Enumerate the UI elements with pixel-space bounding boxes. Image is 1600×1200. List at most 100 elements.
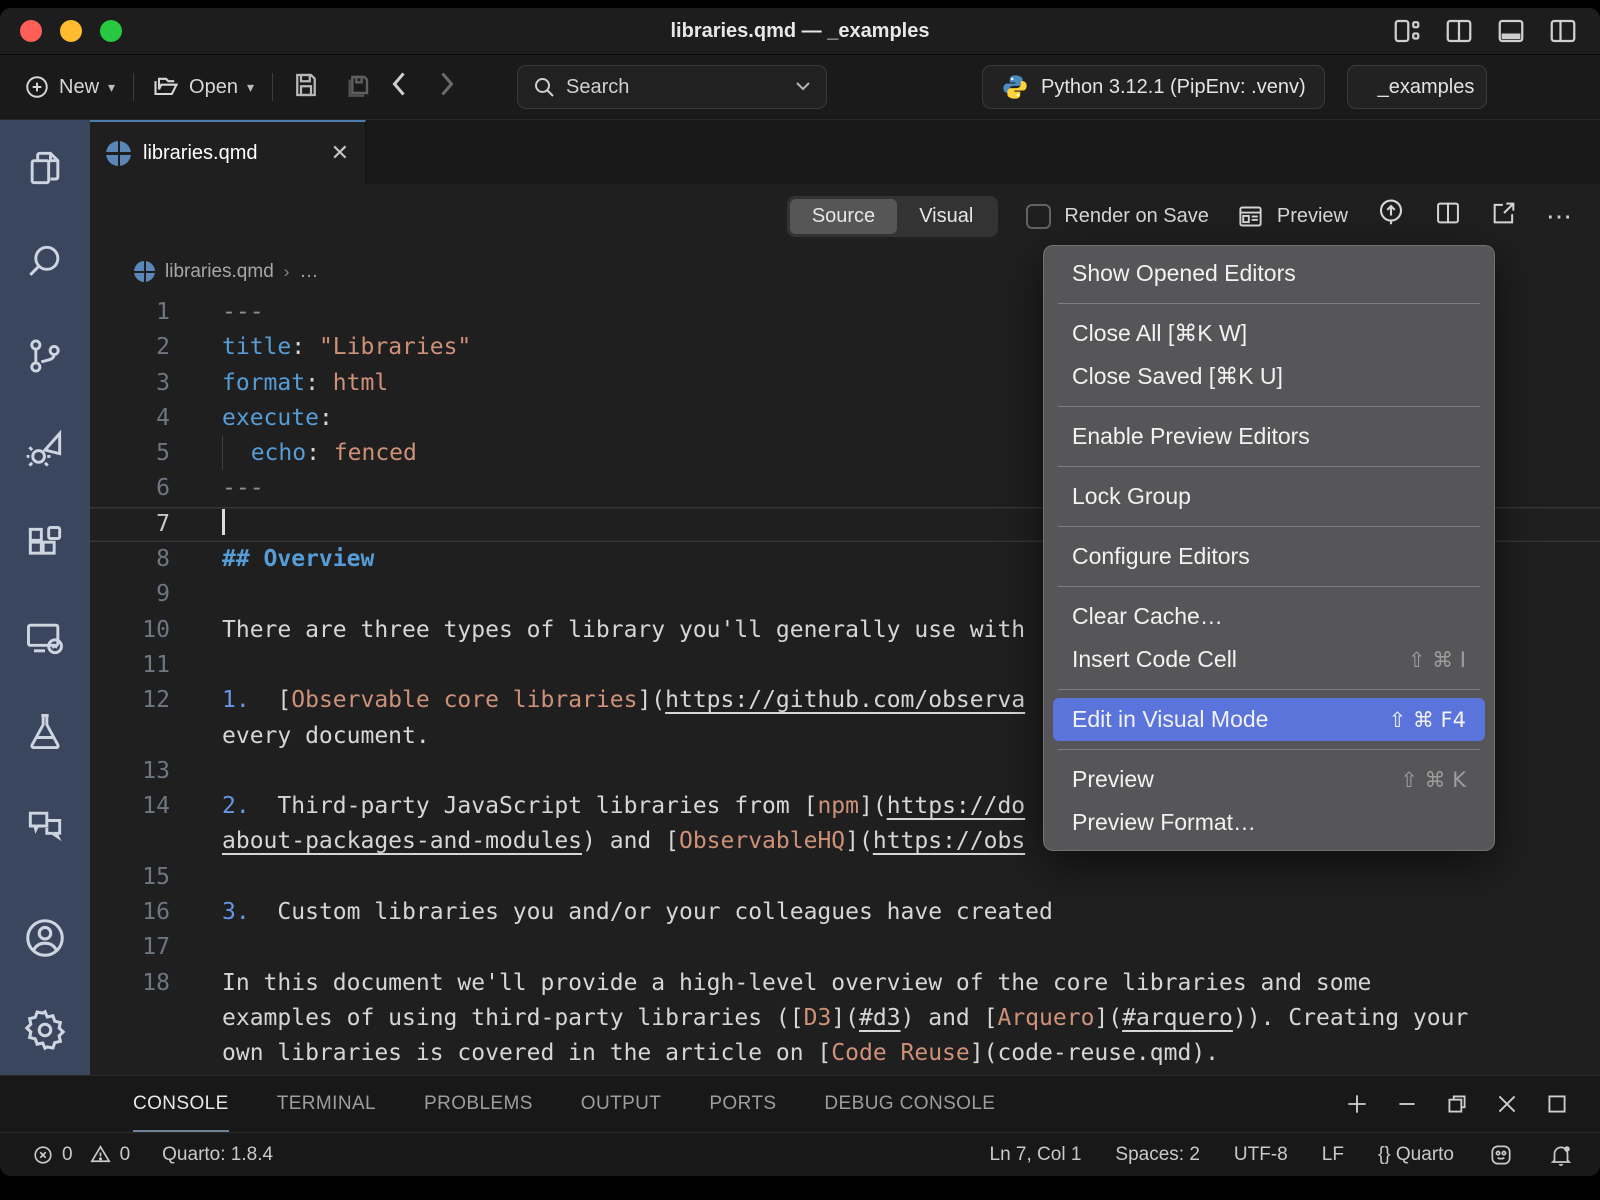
open-in-new-window-icon[interactable]: [1490, 199, 1518, 233]
eol-status[interactable]: LF: [1322, 1144, 1344, 1166]
code-line-wrap[interactable]: examples of using third-party libraries …: [90, 1001, 1600, 1036]
save-button[interactable]: [291, 70, 321, 105]
indentation-status[interactable]: Spaces: 2: [1115, 1144, 1200, 1166]
menu-item-enable-preview-editors[interactable]: Enable Preview Editors: [1053, 415, 1485, 458]
code-segment: ) and [: [901, 1005, 998, 1031]
python-logo-icon: [1001, 73, 1029, 101]
code-segment: ---: [222, 299, 264, 325]
quarto-version-status[interactable]: Quarto: 1.8.4: [162, 1144, 273, 1166]
tab-libraries-qmd[interactable]: libraries.qmd ✕: [90, 120, 366, 184]
source-control-icon[interactable]: [22, 333, 68, 379]
code-text: [170, 507, 225, 542]
menu-item-preview-format[interactable]: Preview Format…: [1053, 801, 1485, 844]
problems-status[interactable]: 0 0: [32, 1143, 130, 1166]
code-segment: #arquero: [1122, 1005, 1233, 1031]
panel-tab-debug-console[interactable]: DEBUG CONSOLE: [824, 1076, 995, 1132]
preview-label: Preview: [1277, 205, 1348, 228]
panel-plus-icon[interactable]: [1344, 1091, 1370, 1117]
menu-item-show-opened-editors[interactable]: Show Opened Editors: [1053, 252, 1485, 295]
panel-tab-terminal[interactable]: TERMINAL: [277, 1076, 376, 1132]
code-segment: ObservableHQ: [679, 828, 845, 854]
navigate-forward-button[interactable]: [423, 69, 471, 106]
menu-item-edit-in-visual-mode[interactable]: Edit in Visual Mode⇧ ⌘ F4: [1053, 698, 1485, 741]
open-button[interactable]: Open ▾: [152, 73, 254, 101]
split-editor-icon[interactable]: [1434, 199, 1462, 233]
toggle-panel-icon[interactable]: [1496, 16, 1526, 46]
panel-tab-ports[interactable]: PORTS: [709, 1076, 776, 1132]
code-line-18[interactable]: 18In this document we'll provide a high-…: [90, 966, 1600, 1001]
search-icon: [532, 75, 556, 99]
code-segment: :: [305, 370, 333, 396]
run-debug-icon[interactable]: [22, 427, 68, 473]
line-number: 13: [90, 754, 170, 789]
panel-restore-icon[interactable]: [1444, 1091, 1470, 1117]
panel-tab-problems[interactable]: PROBLEMS: [424, 1076, 533, 1132]
testing-icon[interactable]: [22, 709, 68, 755]
account-icon[interactable]: [22, 915, 68, 961]
code-line-16[interactable]: 163. Custom libraries you and/or your co…: [90, 895, 1600, 930]
menu-item-configure-editors[interactable]: Configure Editors: [1053, 535, 1485, 578]
explorer-icon[interactable]: [22, 145, 68, 191]
notifications-bell-icon[interactable]: [1548, 1142, 1574, 1168]
menu-item-clear-cache[interactable]: Clear Cache…: [1053, 595, 1485, 638]
customize-layout-icon[interactable]: [1392, 16, 1422, 46]
source-mode-button[interactable]: Source: [790, 199, 897, 234]
menu-item-close-all-k-w[interactable]: Close All [⌘K W]: [1053, 312, 1485, 355]
code-line-17[interactable]: 17: [90, 930, 1600, 965]
menu-item-label: Configure Editors: [1072, 543, 1250, 570]
code-segment: title: [222, 334, 291, 360]
project-button[interactable]: _examples: [1347, 65, 1487, 109]
encoding-status[interactable]: UTF-8: [1234, 1144, 1288, 1166]
line-number: [90, 1001, 170, 1036]
close-window-button[interactable]: [20, 20, 42, 42]
render-icon[interactable]: [1376, 198, 1406, 234]
menu-item-close-saved-k-u[interactable]: Close Saved [⌘K U]: [1053, 355, 1485, 398]
code-line-15[interactable]: 15: [90, 860, 1600, 895]
new-button[interactable]: New ▾: [24, 74, 115, 100]
menu-item-preview[interactable]: Preview⇧ ⌘ K: [1053, 758, 1485, 801]
panel-minimize-icon[interactable]: [1394, 1091, 1420, 1117]
code-segment: "Libraries": [319, 334, 471, 360]
code-segment: examples of using third-party libraries …: [222, 1005, 804, 1031]
toggle-secondary-sidebar-icon[interactable]: [1548, 16, 1578, 46]
split-editor-layout-icon[interactable]: [1444, 16, 1474, 46]
code-segment: 1.: [222, 687, 250, 713]
line-number: 5: [90, 436, 170, 471]
preview-button[interactable]: Preview: [1237, 203, 1348, 230]
line-number: [90, 719, 170, 754]
panel-tab-console[interactable]: CONSOLE: [133, 1076, 229, 1132]
tab-label: libraries.qmd: [143, 142, 257, 165]
menu-item-lock-group[interactable]: Lock Group: [1053, 475, 1485, 518]
chevron-down-icon[interactable]: [794, 76, 812, 99]
language-mode-status[interactable]: {} Quarto: [1378, 1144, 1454, 1166]
breadcrumb-more[interactable]: …: [299, 261, 318, 283]
toolbar-divider: [272, 73, 273, 101]
menu-separator: [1058, 466, 1480, 467]
code-segment: :: [319, 405, 333, 431]
menu-item-insert-code-cell[interactable]: Insert Code Cell⇧ ⌘ I: [1053, 638, 1485, 681]
close-tab-icon[interactable]: ✕: [331, 140, 349, 166]
panel-maximize-icon[interactable]: [1544, 1091, 1570, 1117]
settings-gear-icon[interactable]: [22, 1007, 68, 1053]
line-number: 6: [90, 471, 170, 506]
save-all-button[interactable]: [343, 69, 375, 106]
minimize-window-button[interactable]: [60, 20, 82, 42]
visual-mode-button[interactable]: Visual: [897, 199, 995, 234]
extensions-icon[interactable]: [22, 521, 68, 567]
feedback-smiley-icon[interactable]: [1488, 1142, 1514, 1168]
cursor-position-status[interactable]: Ln 7, Col 1: [990, 1144, 1082, 1166]
remote-explorer-icon[interactable]: [22, 615, 68, 661]
navigate-back-button[interactable]: [375, 69, 423, 106]
panel-close-icon[interactable]: [1494, 1091, 1520, 1117]
render-on-save-checkbox[interactable]: [1026, 204, 1051, 229]
more-actions-icon[interactable]: ⋯: [1546, 201, 1574, 232]
zoom-window-button[interactable]: [100, 20, 122, 42]
search-view-icon[interactable]: [22, 239, 68, 285]
comments-icon[interactable]: [22, 803, 68, 849]
panel-tab-output[interactable]: OUTPUT: [581, 1076, 662, 1132]
search-input[interactable]: Search: [517, 65, 827, 109]
code-line-wrap[interactable]: own libraries is covered in the article …: [90, 1036, 1600, 1071]
code-segment: ## Overview: [222, 546, 374, 572]
interpreter-selector[interactable]: Python 3.12.1 (PipEnv: .venv): [982, 65, 1325, 109]
breadcrumb-file[interactable]: libraries.qmd: [165, 261, 274, 283]
